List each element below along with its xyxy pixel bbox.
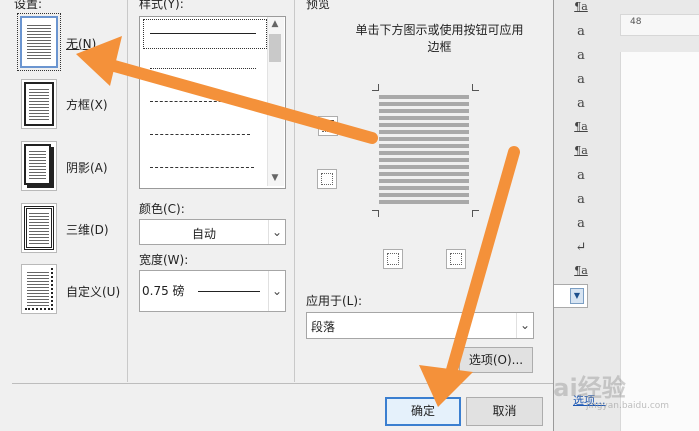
arrowhead-icon bbox=[419, 365, 473, 407]
arrowhead-icon bbox=[76, 36, 122, 86]
arrow-to-none-setting bbox=[94, 56, 378, 144]
arrow-to-ok-button bbox=[442, 146, 520, 390]
annotation-arrows bbox=[76, 36, 520, 407]
